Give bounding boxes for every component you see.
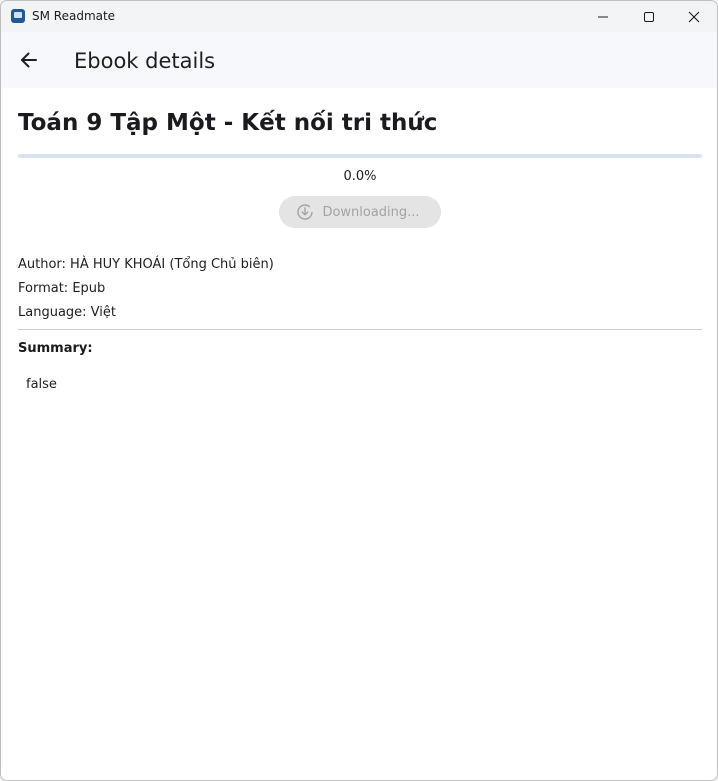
download-progress-bar	[18, 154, 702, 158]
app-window: SM Readmate Ebook details Toán 9 Tập Một…	[0, 0, 718, 781]
page-title: Ebook details	[74, 49, 216, 73]
close-icon	[688, 11, 700, 22]
book-title: Toán 9 Tập Một - Kết nối tri thức	[18, 110, 438, 136]
arrow-left-icon	[21, 52, 37, 68]
summary-heading: Summary:	[18, 341, 93, 356]
window-titlebar[interactable]: SM Readmate	[1, 1, 717, 32]
app-bar: Ebook details	[1, 32, 717, 88]
minimize-icon	[598, 16, 608, 17]
maximize-icon	[644, 11, 654, 22]
app-logo-icon	[11, 9, 25, 23]
minimize-button[interactable]	[580, 1, 626, 32]
summary-text: false	[26, 377, 57, 392]
section-divider	[18, 329, 702, 330]
download-circle-icon	[297, 204, 314, 220]
book-format: Format: Epub	[18, 281, 106, 296]
book-author: Author: HÀ HUY KHOÁI (Tổng Chủ biên)	[18, 257, 274, 272]
download-button-label: Downloading...	[322, 204, 420, 220]
window-title: SM Readmate	[32, 9, 116, 23]
close-button[interactable]	[671, 1, 717, 32]
back-button[interactable]	[11, 42, 47, 78]
download-progress-text: 0.0%	[343, 169, 377, 184]
download-button[interactable]: Downloading...	[279, 196, 441, 228]
maximize-button[interactable]	[626, 1, 672, 32]
book-language: Language: Việt	[18, 305, 116, 320]
